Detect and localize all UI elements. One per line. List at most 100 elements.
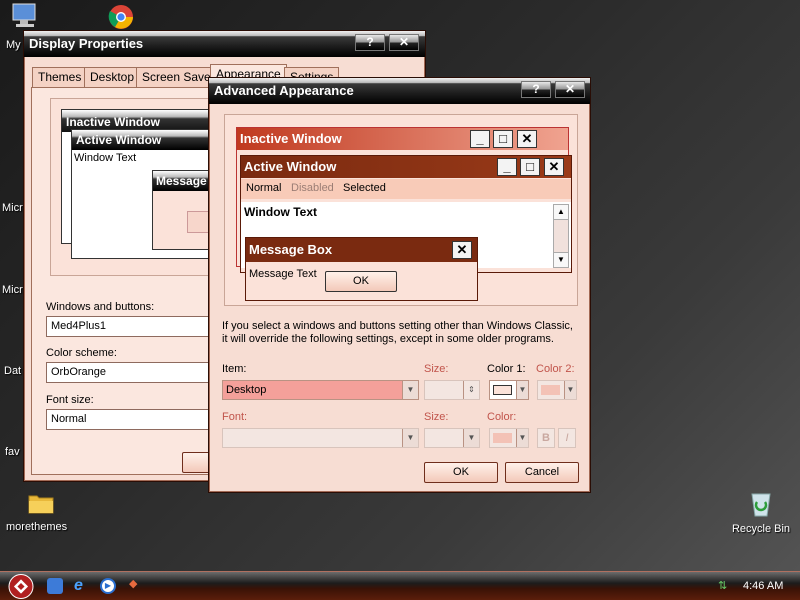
item-size-label: Size:: [424, 363, 449, 375]
minimize-icon: _: [470, 130, 490, 148]
desktop-icon-label: Recycle Bin: [731, 523, 791, 535]
font-color-label: Color:: [487, 411, 517, 423]
font-size-label: Size:: [424, 411, 449, 423]
color-scheme-value: OrbOrange: [51, 366, 107, 378]
menu-selected: Selected: [343, 182, 386, 194]
taskbar: e ▶ ◆ ⇅ 4:46 AM: [0, 571, 800, 600]
desktop-icon-label: Dat: [4, 365, 22, 377]
windows-buttons-value: Med4Plus1: [51, 320, 107, 332]
tab-themes[interactable]: Themes: [32, 67, 88, 87]
help-button[interactable]: ?: [355, 34, 385, 51]
cancel-button[interactable]: Cancel: [505, 462, 579, 483]
menu-disabled: Disabled: [291, 182, 334, 194]
advanced-appearance-window: Advanced Appearance ? ✕ Inactive Window …: [208, 77, 591, 493]
menu-normal: Normal: [246, 182, 282, 194]
font-size-value: Normal: [51, 413, 87, 425]
preview-menu-bar: Normal Disabled Selected: [241, 179, 571, 199]
italic-icon: I: [565, 432, 569, 444]
close-button[interactable]: ✕: [555, 81, 585, 98]
folder-icon: [28, 495, 54, 514]
color-scheme-select[interactable]: OrbOrange: [46, 362, 216, 383]
display-properties-titlebar[interactable]: Display Properties ? ✕: [24, 31, 425, 57]
media-player-icon[interactable]: ▶: [100, 578, 116, 594]
network-icon[interactable]: ⇅: [718, 580, 732, 592]
item-size-spinner: ⇕: [424, 380, 480, 400]
windows-buttons-select[interactable]: Med4Plus1: [46, 316, 216, 337]
windows-buttons-label: Windows and buttons:: [46, 301, 155, 313]
chevron-down-icon: ▼: [516, 381, 528, 399]
color1-picker[interactable]: ▼: [489, 380, 529, 400]
desktop-icon-label: Micr: [2, 284, 23, 296]
color-swatch: [541, 385, 560, 395]
desktop-icon-label: morethemes: [6, 521, 68, 533]
preview-active-title: Active Window: [76, 133, 162, 147]
preview-window-text: Window Text: [244, 205, 317, 219]
color-scheme-label: Color scheme:: [46, 347, 117, 359]
font-size-label: Font size:: [46, 394, 94, 406]
window-title: Display Properties: [29, 36, 144, 51]
system-tray: ⇅ 4:46 AM: [700, 572, 800, 600]
spinner-icon: ⇕: [463, 381, 479, 399]
tab-desktop[interactable]: Desktop: [84, 67, 141, 87]
item-label: Item:: [222, 363, 247, 375]
help-icon: ?: [366, 35, 374, 49]
ie-icon[interactable]: e: [74, 577, 91, 594]
desktop-icon-recycle-bin[interactable]: Recycle Bin: [728, 488, 794, 535]
chevron-down-icon: ▼: [402, 429, 418, 447]
ok-button[interactable]: OK: [424, 462, 498, 483]
preview-ok-button[interactable]: OK: [325, 271, 397, 292]
tab-label: Themes: [38, 70, 82, 84]
font-size-select: ▼: [424, 428, 480, 448]
start-orb-icon: [8, 574, 34, 599]
button-label: OK: [453, 466, 469, 478]
help-button[interactable]: ?: [521, 81, 551, 98]
preview-scrollbar: ▲ ▼: [553, 204, 569, 268]
close-icon: ✕: [517, 130, 537, 148]
advanced-preview: Inactive Window _ □ ✕ Active Window _ □ …: [224, 114, 578, 306]
color2-label: Color 2:: [536, 363, 575, 375]
preview-message-box[interactable]: Message Box ✕ Message Text OK: [245, 237, 478, 301]
show-more-icon[interactable]: ◆: [129, 577, 137, 590]
preview-msgbox-title: Message Box: [249, 242, 333, 257]
desktop-icon-micr-2[interactable]: Micr: [2, 282, 23, 296]
desktop-icon-chrome[interactable]: [104, 4, 138, 33]
tab-label: Screen Saver: [142, 70, 215, 84]
italic-button: I: [558, 428, 576, 448]
close-icon: ✕: [564, 82, 576, 96]
desktop-icon-dat[interactable]: Dat: [4, 363, 21, 377]
info-text-line1: If you select a windows and buttons sett…: [222, 320, 573, 332]
font-size-select[interactable]: Normal: [46, 409, 216, 430]
chrome-icon: [108, 5, 133, 29]
advanced-appearance-titlebar[interactable]: Advanced Appearance ? ✕: [209, 78, 590, 104]
color-swatch: [493, 385, 512, 395]
color-swatch: [493, 433, 512, 443]
quicklaunch-app-icon[interactable]: [47, 578, 63, 594]
desktop-icon-morethemes[interactable]: morethemes: [6, 490, 76, 533]
maximize-icon: □: [493, 130, 513, 148]
my-computer-icon: [12, 3, 36, 27]
chevron-down-icon: ▼: [516, 429, 528, 447]
item-select[interactable]: Desktop ▼: [222, 380, 419, 400]
close-button[interactable]: ✕: [389, 34, 419, 51]
chevron-down-icon: ▼: [463, 429, 479, 447]
start-button[interactable]: [6, 573, 38, 600]
recycle-bin-icon: [751, 493, 771, 517]
clock[interactable]: 4:46 AM: [743, 572, 783, 600]
preview-msgbox-text: Message Text: [249, 268, 317, 280]
chevron-down-icon: ▼: [564, 381, 576, 399]
desktop-icon-fav[interactable]: fav: [5, 444, 20, 458]
desktop-icon-label: fav: [5, 446, 20, 458]
font-label: Font:: [222, 411, 248, 423]
button-label: Cancel: [524, 466, 560, 478]
preview-message-title: Message: [156, 174, 207, 188]
desktop-icon-micr-1[interactable]: Micr: [2, 200, 23, 214]
preview-inactive-title: Inactive Window: [240, 131, 342, 146]
close-icon: ✕: [544, 158, 564, 176]
bold-icon: B: [542, 432, 550, 444]
bold-button: B: [537, 428, 555, 448]
maximize-icon: □: [520, 158, 540, 176]
close-icon: ✕: [398, 35, 410, 49]
preview-active-title: Active Window: [244, 159, 337, 174]
preview-inactive-title: Inactive Window: [66, 115, 160, 129]
window-title: Advanced Appearance: [214, 83, 354, 98]
